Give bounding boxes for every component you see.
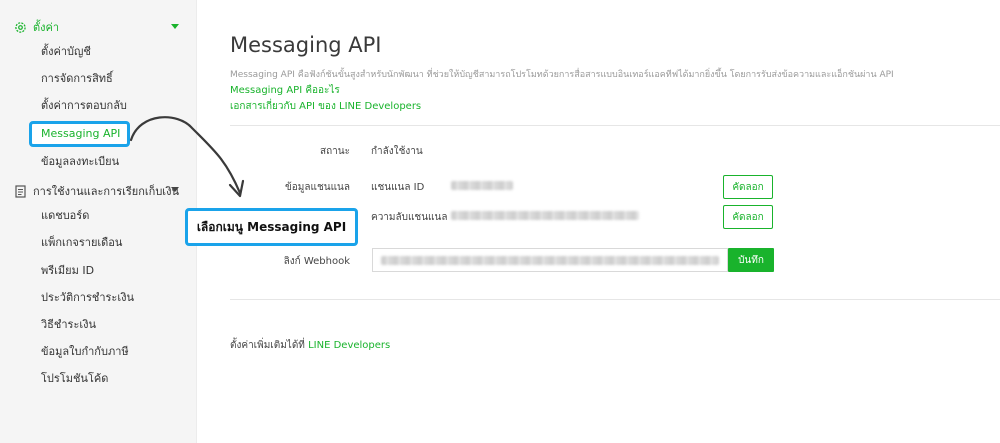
instruction-callout: เลือกเมนู Messaging API — [185, 208, 358, 246]
annotation-arrow-icon — [129, 116, 245, 198]
callout-text: เลือกเมนู Messaging API — [196, 219, 347, 234]
